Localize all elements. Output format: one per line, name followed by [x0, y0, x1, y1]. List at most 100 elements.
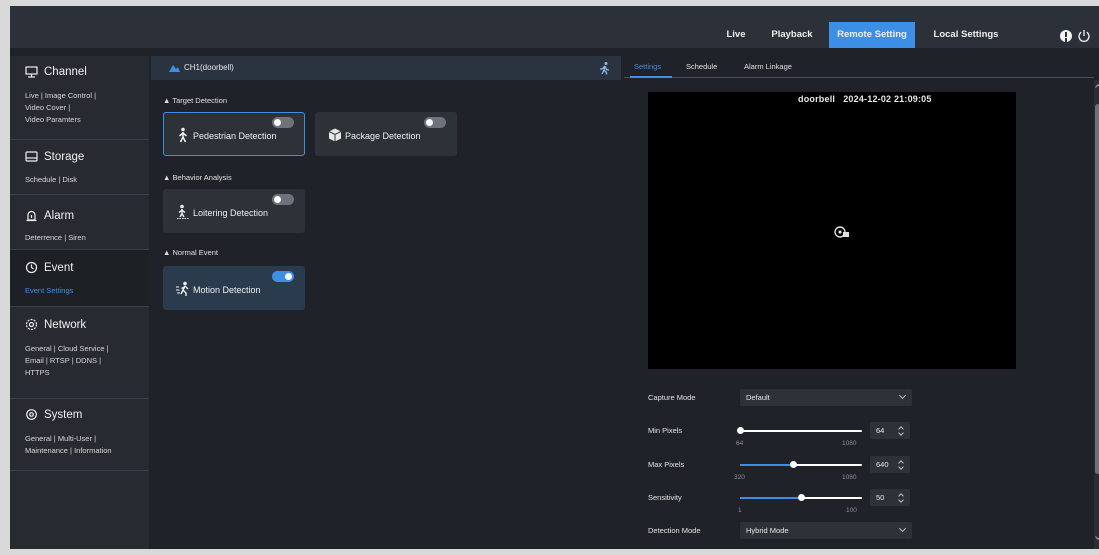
nav-local-settings[interactable]: Local Settings — [925, 22, 1007, 48]
link-video-paramters[interactable]: Video Paramters — [25, 115, 81, 124]
sidebar-section-network: Network General | Cloud Service | Email … — [10, 307, 149, 399]
channel-label: CH1(doorbell) — [184, 63, 234, 72]
running-person-icon — [600, 62, 610, 75]
sidebar-title-system[interactable]: System — [25, 408, 82, 421]
group-behavior-analysis[interactable]: ▲ Behavior Analysis — [163, 173, 232, 182]
group-normal-event[interactable]: ▲ Normal Event — [163, 248, 218, 257]
link-information[interactable]: Information — [74, 446, 112, 455]
sidebar-title-alarm[interactable]: Alarm — [25, 209, 74, 222]
min-pixels-range-min: 64 — [736, 440, 744, 447]
card-loitering-detection[interactable]: Loitering Detection — [163, 189, 305, 233]
chevron-down-icon — [898, 391, 907, 400]
package-detection-toggle[interactable] — [424, 117, 446, 128]
scroll-down-icon[interactable] — [1095, 534, 1099, 540]
link-ddns[interactable]: DDNS — [76, 356, 97, 365]
min-pixels-value: 64 — [876, 426, 885, 435]
sidebar-section-system: System General | Multi-User | Maintenanc… — [10, 399, 149, 471]
nav-live[interactable]: Live — [718, 22, 754, 48]
link-email[interactable]: Email — [25, 356, 44, 365]
osd-camera-name: doorbell — [798, 94, 836, 104]
link-live[interactable]: Live — [25, 91, 39, 100]
sensitivity-range-min: 1 — [738, 507, 742, 514]
osd-timestamp: 2024-12-02 21:09:05 — [843, 94, 932, 104]
card-motion-label: Motion Detection — [193, 285, 261, 295]
sidebar-title-event[interactable]: Event — [25, 261, 73, 274]
min-pixels-slider[interactable] — [737, 427, 862, 434]
settings-scrollbar[interactable] — [1094, 80, 1099, 549]
group-target-detection-text: Target Detection — [172, 96, 227, 105]
tab-alarm-linkage[interactable]: Alarm Linkage — [744, 62, 792, 71]
max-pixels-range-min: 320 — [734, 474, 745, 481]
link-multi-user[interactable]: Multi-User — [58, 434, 92, 443]
max-pixels-range-max: 1080 — [842, 474, 857, 481]
channel-selector[interactable]: CH1(doorbell) — [169, 63, 234, 72]
sidebar-title-network[interactable]: Network — [25, 318, 86, 331]
card-package-detection[interactable]: Package Detection — [315, 112, 457, 156]
power-icon[interactable] — [1077, 29, 1091, 43]
link-cloud-service[interactable]: Cloud Service — [58, 344, 105, 353]
detection-mode-value: Hybrid Mode — [746, 526, 789, 535]
link-schedule[interactable]: Schedule — [25, 175, 56, 184]
sidebar-title-storage[interactable]: Storage — [25, 150, 84, 163]
top-navigation: Live Playback Remote Setting Local Setti… — [10, 6, 1099, 48]
link-maintenance[interactable]: Maintenance — [25, 446, 68, 455]
sidebar: Channel Live | Image Control | Video Cov… — [10, 56, 149, 549]
sensitivity-slider-handle[interactable] — [798, 494, 805, 501]
sidebar-links-channel: Live | Image Control | Video Cover | Vid… — [25, 91, 97, 124]
nav-playback[interactable]: Playback — [766, 22, 818, 48]
app-frame: Live Playback Remote Setting Local Setti… — [10, 6, 1099, 549]
min-pixels-slider-handle[interactable] — [737, 427, 744, 434]
link-general[interactable]: General — [25, 344, 52, 353]
link-image-control[interactable]: Image Control — [45, 91, 92, 100]
video-osd: doorbell 2024-12-02 21:09:05 — [798, 94, 932, 104]
link-https[interactable]: HTTPS — [25, 368, 50, 377]
nav-remote-setting[interactable]: Remote Setting — [829, 22, 915, 48]
alert-icon[interactable] — [1060, 30, 1072, 42]
group-normal-event-text: Normal Event — [172, 248, 218, 257]
group-target-detection[interactable]: ▲ Target Detection — [163, 96, 227, 105]
scrollbar-thumb[interactable] — [1095, 104, 1099, 474]
video-preview[interactable]: doorbell 2024-12-02 21:09:05 — [648, 92, 1016, 369]
link-system-general[interactable]: General — [25, 434, 52, 443]
card-pedestrian-detection[interactable]: Pedestrian Detection — [163, 112, 305, 156]
sensitivity-stepper[interactable]: 50 — [870, 489, 910, 506]
link-deterrence[interactable]: Deterrence — [25, 233, 62, 242]
chevron-down-icon[interactable] — [898, 464, 904, 470]
tab-settings[interactable]: Settings — [634, 62, 661, 71]
max-pixels-slider-fill — [740, 464, 793, 466]
settings-tabs: Settings Schedule Alarm Linkage — [624, 56, 1094, 78]
link-rtsp[interactable]: RTSP — [50, 356, 70, 365]
capture-mode-select[interactable]: Default — [740, 389, 912, 406]
sidebar-links-storage: Schedule | Disk — [25, 175, 77, 184]
motion-detection-toggle[interactable] — [272, 271, 294, 282]
max-pixels-slider[interactable] — [740, 461, 862, 468]
link-disk[interactable]: Disk — [62, 175, 77, 184]
sensitivity-slider-fill — [740, 497, 801, 499]
min-pixels-stepper[interactable]: 64 — [870, 422, 910, 439]
max-pixels-slider-handle[interactable] — [790, 461, 797, 468]
chevron-down-icon[interactable] — [898, 430, 904, 436]
sensitivity-label: Sensitivity — [648, 493, 682, 502]
detection-mode-select[interactable]: Hybrid Mode — [740, 522, 912, 539]
card-loitering-label: Loitering Detection — [193, 208, 269, 218]
detection-mode-label: Detection Mode — [648, 526, 701, 535]
card-motion-detection[interactable]: Motion Detection — [163, 266, 305, 310]
sidebar-title-channel-text: Channel — [44, 65, 87, 78]
sidebar-title-channel[interactable]: Channel — [25, 65, 87, 78]
link-event-settings[interactable]: Event Settings — [25, 286, 73, 295]
loitering-detection-toggle[interactable] — [272, 194, 294, 205]
scroll-up-icon[interactable] — [1095, 84, 1099, 90]
sidebar-links-alarm: Deterrence | Siren — [25, 233, 86, 242]
sidebar-section-event: Event Event Settings — [10, 250, 149, 307]
pedestrian-icon — [179, 127, 187, 143]
chevron-down-icon[interactable] — [898, 497, 904, 503]
sensitivity-slider[interactable] — [740, 494, 862, 501]
max-pixels-stepper[interactable]: 640 — [870, 456, 910, 473]
channel-icon — [25, 66, 38, 78]
link-siren[interactable]: Siren — [68, 233, 86, 242]
sidebar-section-channel: Channel Live | Image Control | Video Cov… — [10, 56, 149, 140]
loitering-icon — [177, 204, 189, 219]
link-video-cover[interactable]: Video Cover — [25, 103, 66, 112]
tab-schedule[interactable]: Schedule — [686, 62, 717, 71]
pedestrian-detection-toggle[interactable] — [272, 117, 294, 128]
